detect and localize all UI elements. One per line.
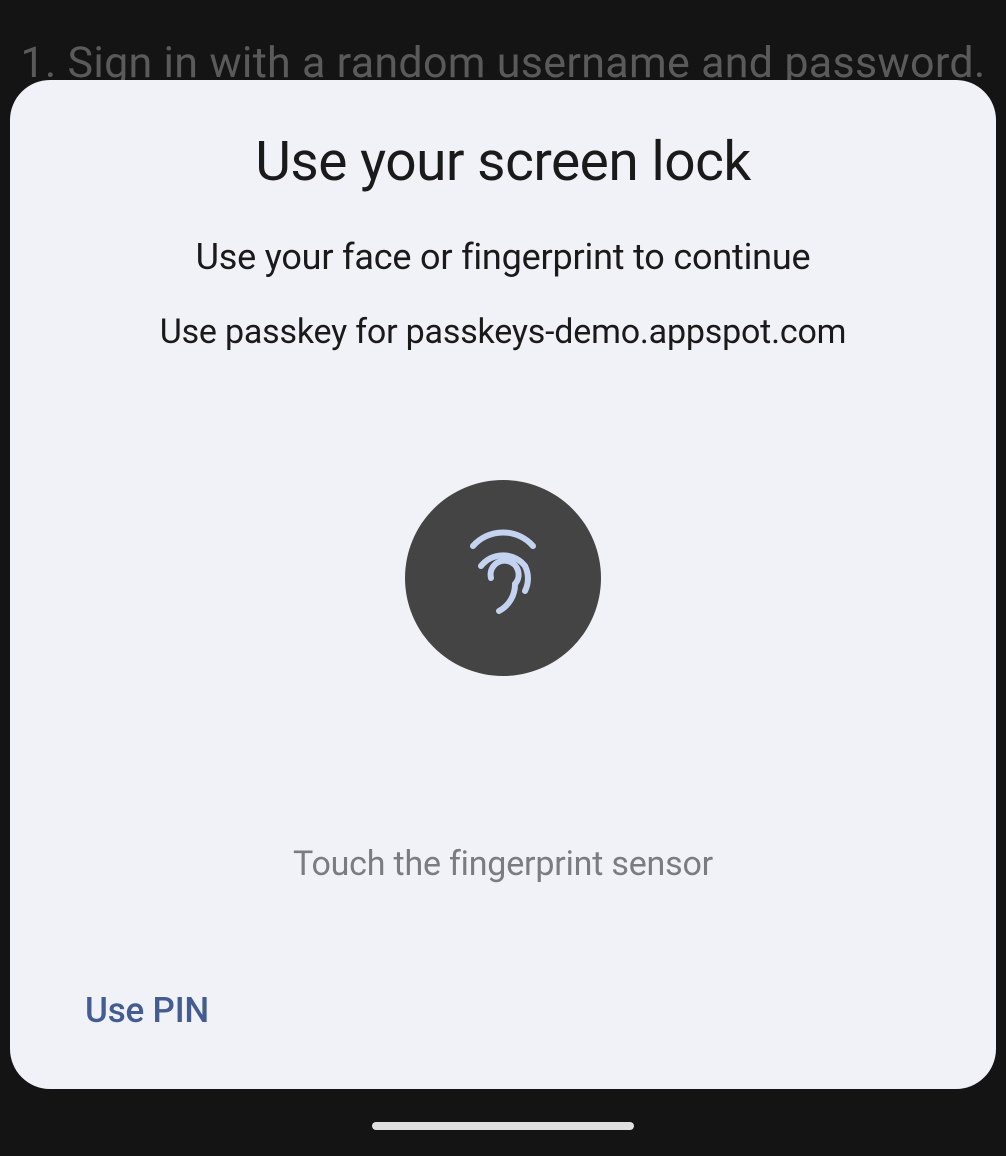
passkey-domain-text: Use passkey for passkeys-demo.appspot.co… <box>160 312 847 352</box>
biometric-dialog: Use your screen lock Use your face or fi… <box>10 80 996 1089</box>
fingerprint-instruction-text: Touch the fingerprint sensor <box>293 844 713 884</box>
fingerprint-sensor-button[interactable] <box>405 480 601 676</box>
fingerprint-icon <box>453 516 553 640</box>
navigation-handle[interactable] <box>372 1122 634 1130</box>
dialog-title: Use your screen lock <box>255 130 751 194</box>
use-pin-button[interactable]: Use PIN <box>85 990 209 1031</box>
dialog-subtitle: Use your face or fingerprint to continue <box>196 236 811 278</box>
